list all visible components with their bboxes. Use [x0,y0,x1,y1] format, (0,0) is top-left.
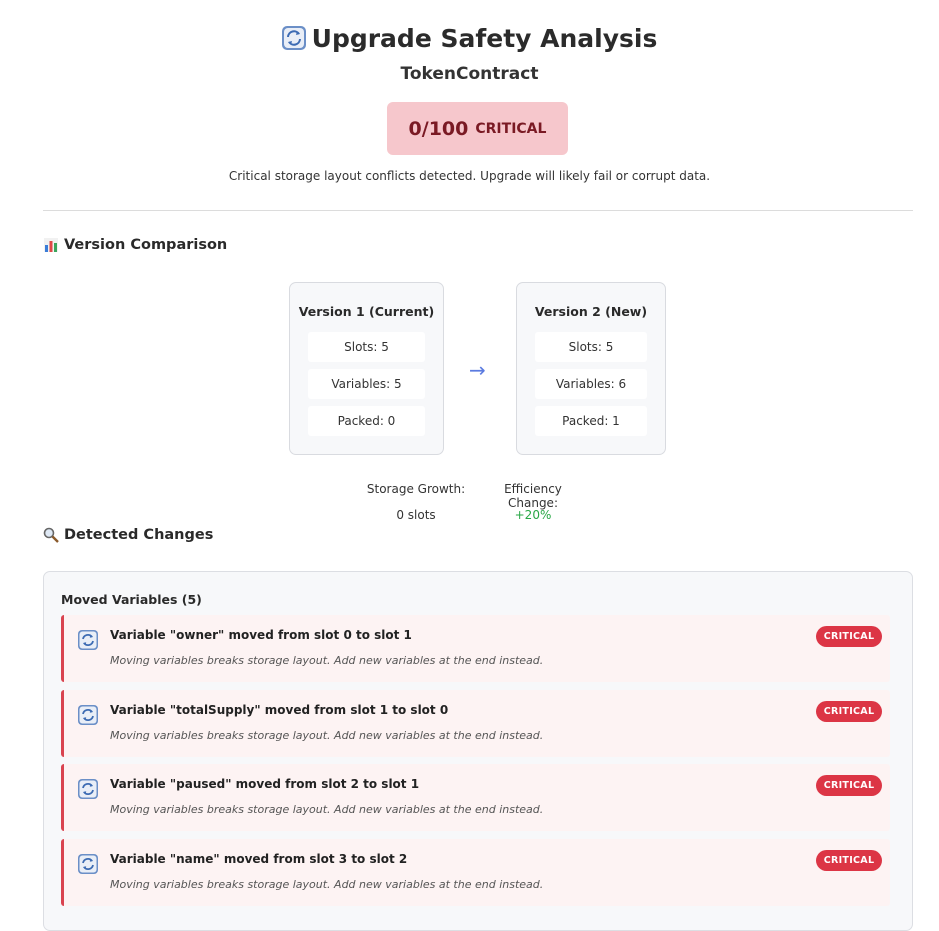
change-item: Variable "name" moved from slot 3 to slo… [61,839,890,906]
refresh-icon [78,630,98,650]
contract-name: TokenContract [400,64,539,84]
change-description: Moving variables breaks storage layout. … [110,654,544,667]
detected-changes-title: Detected Changes [64,527,214,543]
bar-chart-icon [44,238,58,252]
detected-changes-heading: Detected Changes [43,527,213,543]
severity-badge: CRITICAL [816,775,882,796]
change-description: Moving variables breaks storage layout. … [110,803,544,816]
version-current-packed: Packed: 0 [308,406,425,436]
version-new-card: Version 2 (New) Slots: 5 Variables: 6 Pa… [516,282,666,455]
efficiency-change-label: Efficiency Change: [504,482,562,510]
refresh-icon [281,26,306,50]
refresh-icon [78,705,98,725]
efficiency-change-value: +20% [514,508,552,522]
change-item: Variable "paused" moved from slot 2 to s… [61,764,890,831]
page-title: Upgrade Safety Analysis [0,24,939,53]
change-item: Variable "totalSupply" moved from slot 1… [61,690,890,757]
safety-score-badge: 0/100 CRITICAL [387,102,568,155]
version-comparison-title: Version Comparison [64,237,228,253]
version-new-variables: Variables: 6 [535,369,647,399]
version-new-slots: Slots: 5 [535,332,647,362]
refresh-icon [78,854,98,874]
change-description: Moving variables breaks storage layout. … [110,878,544,891]
change-title: Variable "paused" moved from slot 2 to s… [110,777,420,791]
safety-score: 0/100 [408,117,469,140]
version-current-variables: Variables: 5 [308,369,425,399]
storage-growth-label: Storage Growth: [366,482,466,496]
change-title: Variable "owner" moved from slot 0 to sl… [110,628,412,642]
magnifier-icon [43,527,59,543]
version-current-slots: Slots: 5 [308,332,425,362]
severity-badge: CRITICAL [816,626,882,647]
version-comparison-heading: Version Comparison [43,237,227,253]
change-description: Moving variables breaks storage layout. … [110,729,544,742]
safety-level: CRITICAL [475,120,547,137]
version-current-card: Version 1 (Current) Slots: 5 Variables: … [289,282,444,455]
version-new-packed: Packed: 1 [535,406,647,436]
severity-badge: CRITICAL [816,701,882,722]
storage-growth-value: 0 slots [396,508,436,522]
version-new-title: Version 2 (New) [534,304,648,319]
change-title: Variable "name" moved from slot 3 to slo… [110,852,408,866]
divider [43,210,913,211]
severity-badge: CRITICAL [816,850,882,871]
refresh-icon [78,779,98,799]
moved-variables-title: Moved Variables (5) [61,592,202,607]
change-title: Variable "totalSupply" moved from slot 1… [110,703,449,717]
analysis-summary: Critical storage layout conflicts detect… [228,169,711,183]
page-title-text: Upgrade Safety Analysis [311,24,658,53]
arrow-right-icon: → [469,358,486,382]
change-item: Variable "owner" moved from slot 0 to sl… [61,615,890,682]
version-current-title: Version 1 (Current) [298,304,435,319]
